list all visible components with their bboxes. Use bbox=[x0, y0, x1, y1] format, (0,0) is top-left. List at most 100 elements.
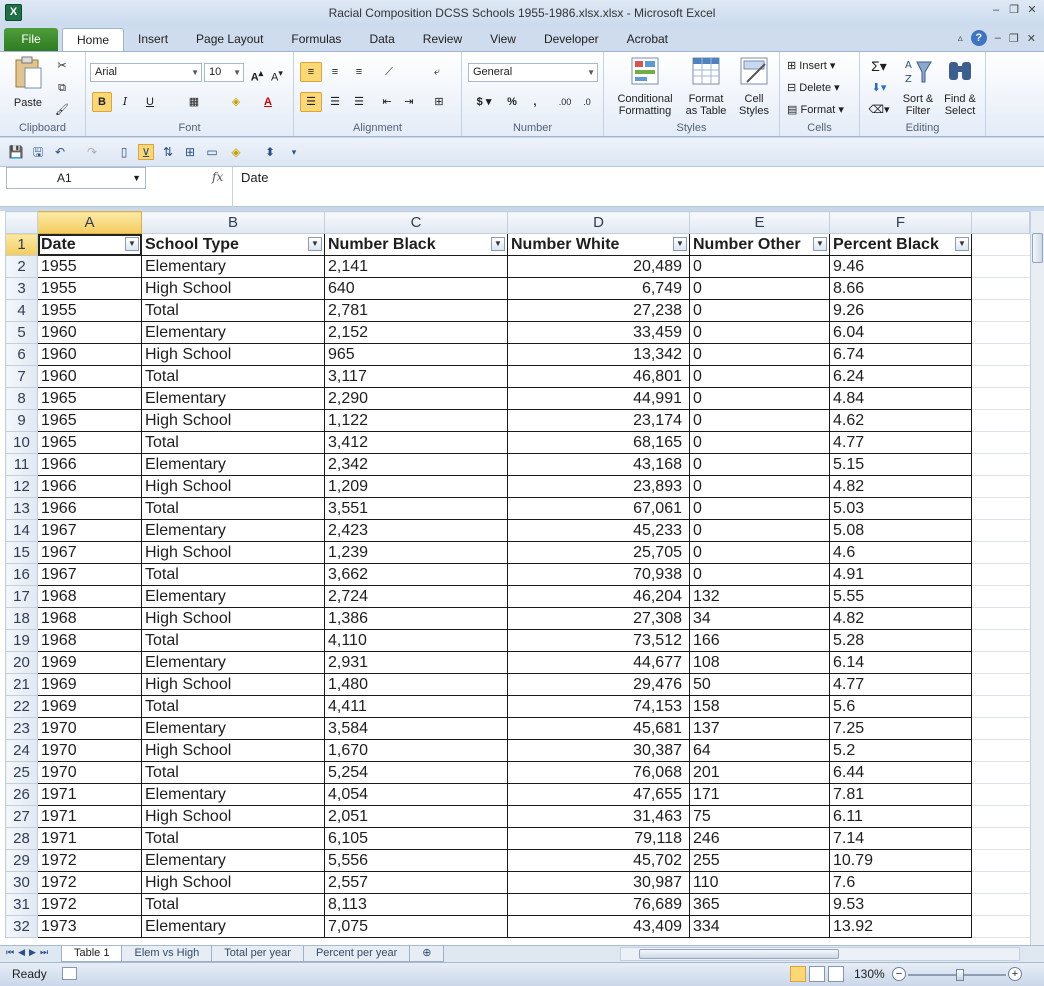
copy-icon[interactable]: ⧉ bbox=[52, 78, 72, 98]
row-header[interactable]: 12 bbox=[5, 475, 38, 498]
close-icon[interactable]: ✕ bbox=[1026, 5, 1038, 17]
row-header[interactable]: 3 bbox=[5, 277, 38, 300]
cell[interactable]: 2,152 bbox=[324, 321, 508, 344]
cell[interactable]: 1965 bbox=[37, 387, 142, 410]
fill-color-icon[interactable]: ◈ bbox=[224, 92, 248, 112]
undo-icon[interactable]: ↶ bbox=[52, 144, 68, 160]
row-header[interactable]: 8 bbox=[5, 387, 38, 410]
sheet-tab-percent-per-year[interactable]: Percent per year bbox=[302, 946, 411, 962]
cell[interactable]: 67,061 bbox=[507, 497, 690, 520]
save-icon[interactable]: 💾 bbox=[8, 144, 24, 160]
cell[interactable]: 2,290 bbox=[324, 387, 508, 410]
cell[interactable]: 34 bbox=[689, 607, 830, 630]
header-cell[interactable]: Number Black ▼ bbox=[324, 233, 508, 256]
cell[interactable]: 45,681 bbox=[507, 717, 690, 740]
cell[interactable]: 3,662 bbox=[324, 563, 508, 586]
new-document-icon[interactable]: ▯ bbox=[116, 144, 132, 160]
select-all-corner[interactable] bbox=[5, 211, 38, 234]
last-sheet-icon[interactable]: ⏭ bbox=[40, 947, 48, 958]
name-box[interactable]: A1 ▼ bbox=[6, 167, 146, 189]
row-header[interactable]: 20 bbox=[5, 651, 38, 674]
cell[interactable]: 0 bbox=[689, 453, 830, 476]
customize-toolbar-icon[interactable]: ▾ bbox=[286, 144, 302, 160]
cell[interactable]: Elementary bbox=[141, 585, 325, 608]
cell[interactable]: 47,655 bbox=[507, 783, 690, 806]
row-header[interactable]: 6 bbox=[5, 343, 38, 366]
cell[interactable]: 4.91 bbox=[829, 563, 972, 586]
cell[interactable]: 4,054 bbox=[324, 783, 508, 806]
restore-icon[interactable]: ❐ bbox=[1008, 5, 1020, 17]
sheet-tab-table-1[interactable]: Table 1 bbox=[61, 946, 123, 962]
redo-icon[interactable]: ↷ bbox=[84, 144, 100, 160]
cell[interactable]: 44,677 bbox=[507, 651, 690, 674]
cell[interactable]: 1971 bbox=[37, 783, 142, 806]
cell[interactable]: Elementary bbox=[141, 651, 325, 674]
cell[interactable]: 132 bbox=[689, 585, 830, 608]
row-header[interactable]: 4 bbox=[5, 299, 38, 322]
cell[interactable]: Total bbox=[141, 431, 325, 454]
format-painter-icon[interactable]: 🖌 bbox=[52, 100, 72, 120]
cell[interactable]: 7,075 bbox=[324, 915, 508, 938]
cell[interactable]: 166 bbox=[689, 629, 830, 652]
cell[interactable]: Elementary bbox=[141, 255, 325, 278]
cell[interactable]: 0 bbox=[689, 563, 830, 586]
cell[interactable]: 2,557 bbox=[324, 871, 508, 894]
cell[interactable]: 1970 bbox=[37, 717, 142, 740]
cell[interactable]: Elementary bbox=[141, 915, 325, 938]
cell[interactable]: Total bbox=[141, 299, 325, 322]
cell[interactable]: Total bbox=[141, 761, 325, 784]
row-header[interactable]: 32 bbox=[5, 915, 38, 938]
cell[interactable]: 2,724 bbox=[324, 585, 508, 608]
next-sheet-icon[interactable]: ▶ bbox=[29, 947, 36, 958]
cell[interactable]: High School bbox=[141, 475, 325, 498]
cell[interactable]: 76,068 bbox=[507, 761, 690, 784]
cell[interactable]: 1965 bbox=[37, 409, 142, 432]
cell[interactable]: 1955 bbox=[37, 255, 142, 278]
autosum-icon[interactable]: Σ▾ bbox=[866, 56, 892, 76]
tab-acrobat[interactable]: Acrobat bbox=[613, 28, 682, 51]
cell[interactable]: 1968 bbox=[37, 607, 142, 630]
find-select-button[interactable]: Find & Select bbox=[940, 56, 980, 117]
cell[interactable]: High School bbox=[141, 277, 325, 300]
cell[interactable]: 3,412 bbox=[324, 431, 508, 454]
cell[interactable]: Elementary bbox=[141, 519, 325, 542]
align-middle-icon[interactable]: ≡ bbox=[324, 62, 346, 82]
cell[interactable]: 44,991 bbox=[507, 387, 690, 410]
cell[interactable]: 1968 bbox=[37, 585, 142, 608]
cell[interactable]: 1972 bbox=[37, 849, 142, 872]
cell[interactable]: 0 bbox=[689, 365, 830, 388]
cell[interactable]: Total bbox=[141, 563, 325, 586]
sort-ascending-icon[interactable]: ⇅ bbox=[160, 144, 176, 160]
cell[interactable]: 0 bbox=[689, 409, 830, 432]
cell[interactable]: Total bbox=[141, 827, 325, 850]
cell[interactable]: 4.82 bbox=[829, 607, 972, 630]
cell[interactable]: 3,117 bbox=[324, 365, 508, 388]
cell[interactable]: Total bbox=[141, 893, 325, 916]
cell[interactable]: 6.14 bbox=[829, 651, 972, 674]
column-header-d[interactable]: D bbox=[507, 211, 690, 234]
row-header[interactable]: 30 bbox=[5, 871, 38, 894]
tab-file[interactable]: File bbox=[4, 28, 58, 51]
cut-icon[interactable]: ✂ bbox=[52, 56, 72, 76]
cell[interactable]: 246 bbox=[689, 827, 830, 850]
cell[interactable]: High School bbox=[141, 343, 325, 366]
cell[interactable]: 1971 bbox=[37, 805, 142, 828]
delete-cells-button[interactable]: ⊟ Delete ▾ bbox=[786, 78, 856, 98]
cell[interactable]: 4.77 bbox=[829, 431, 972, 454]
cell[interactable]: 1970 bbox=[37, 761, 142, 784]
cell[interactable]: 7.6 bbox=[829, 871, 972, 894]
align-left-icon[interactable]: ☰ bbox=[300, 92, 322, 112]
cell[interactable]: 74,153 bbox=[507, 695, 690, 718]
cell[interactable]: High School bbox=[141, 805, 325, 828]
cell[interactable]: 31,463 bbox=[507, 805, 690, 828]
fill-color-quick-icon[interactable]: ◈ bbox=[228, 144, 244, 160]
conditional-formatting-button[interactable]: Conditional Formatting bbox=[610, 56, 680, 117]
orientation-icon[interactable]: ⟋ bbox=[376, 62, 402, 82]
row-header[interactable]: 17 bbox=[5, 585, 38, 608]
cell[interactable]: 6.74 bbox=[829, 343, 972, 366]
cell[interactable]: 2,051 bbox=[324, 805, 508, 828]
cell[interactable]: 5.6 bbox=[829, 695, 972, 718]
cell[interactable]: 5.03 bbox=[829, 497, 972, 520]
increase-indent-icon[interactable]: ⇥ bbox=[398, 92, 420, 112]
cell[interactable]: 1966 bbox=[37, 475, 142, 498]
